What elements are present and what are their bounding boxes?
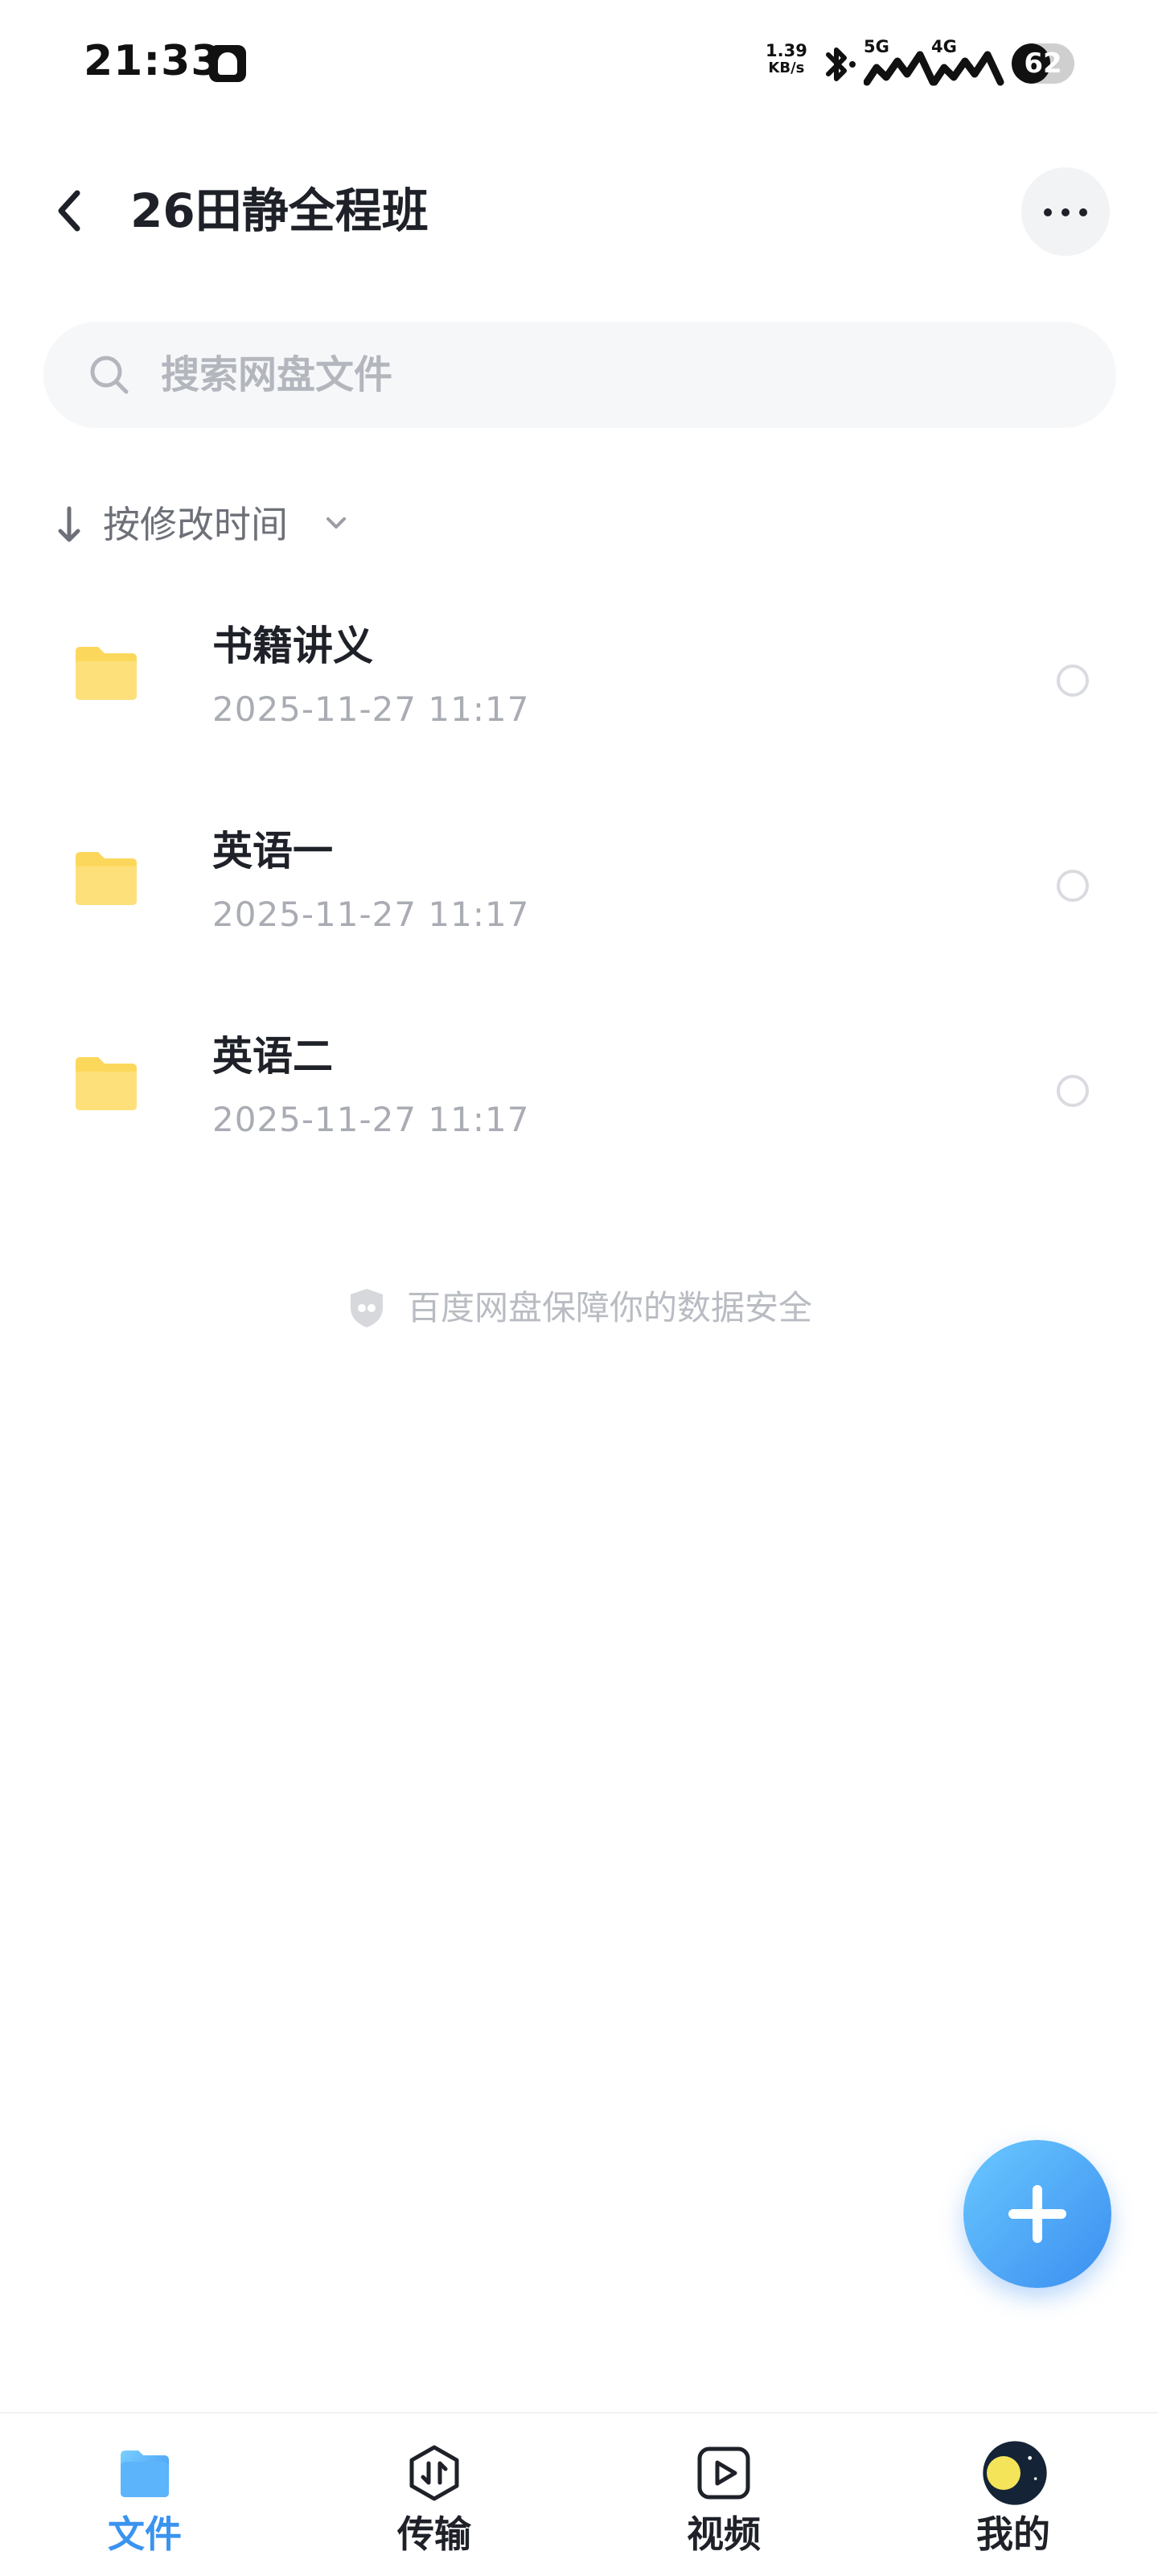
sort-down-arrow-icon [58, 506, 80, 542]
plus-icon-vertical [1033, 2185, 1042, 2243]
sort-label: 按修改时间 [103, 503, 288, 546]
folder-icon [76, 852, 137, 905]
file-date: 2025-11-27 11:17 [212, 1100, 530, 1139]
folder-icon [76, 1057, 137, 1110]
status-time: 21:33 [84, 37, 221, 85]
video-icon [697, 2446, 750, 2500]
nav-label-video: 视频 [687, 2512, 761, 2556]
search-input[interactable]: 搜索网盘文件 [43, 322, 1116, 428]
battery-icon: 62 [1012, 43, 1074, 84]
search-icon [90, 356, 129, 394]
nav-item-video[interactable]: 视频 [627, 2413, 820, 2576]
transfer-icon [409, 2445, 459, 2501]
select-checkbox[interactable] [1057, 1075, 1089, 1107]
nav-item-transfer[interactable]: 传输 [338, 2413, 531, 2576]
security-note: 百度网盘保障你的数据安全 [0, 1282, 1158, 1334]
add-button[interactable] [963, 2140, 1111, 2288]
more-icon [1044, 208, 1052, 216]
file-name: 书籍讲义 [212, 623, 373, 669]
files-icon [121, 2450, 169, 2497]
app-notification-icon [209, 45, 246, 82]
battery-level: 62 [1024, 47, 1062, 80]
status-bar: 21:33 1.39 KB/s 5G 4G 62 [0, 0, 1158, 129]
list-item[interactable]: 英语二 2025-11-27 11:17 [0, 990, 1158, 1195]
file-name: 英语一 [212, 828, 333, 874]
select-checkbox[interactable] [1057, 665, 1089, 697]
search-placeholder: 搜索网盘文件 [161, 352, 393, 397]
shield-icon [350, 1289, 383, 1327]
signal-4g-icon: 4G [931, 37, 1008, 87]
network-speed-value: 1.39 [766, 41, 807, 60]
file-date: 2025-11-27 11:17 [212, 895, 530, 934]
nav-label-me: 我的 [976, 2512, 1050, 2556]
back-button[interactable] [45, 179, 96, 243]
bottom-nav: 文件 传输 视频 我的 [0, 2412, 1158, 2576]
network-speed-unit: KB/s [768, 60, 805, 76]
nav-label-transfer: 传输 [397, 2512, 471, 2556]
avatar-icon [983, 2441, 1047, 2505]
bluetooth-icon [826, 47, 856, 81]
file-name: 英语二 [212, 1033, 333, 1080]
file-date: 2025-11-27 11:17 [212, 689, 530, 729]
signal-5g-icon: 5G [864, 37, 941, 87]
nav-item-me[interactable]: 我的 [917, 2413, 1110, 2576]
more-options-button[interactable] [1021, 167, 1110, 256]
page-title: 26田静全程班 [130, 183, 429, 238]
more-icon-dot [1079, 208, 1087, 216]
folder-icon [76, 647, 137, 700]
chevron-down-icon [326, 517, 346, 529]
list-item[interactable]: 英语一 2025-11-27 11:17 [0, 784, 1158, 990]
more-icon-dot [1062, 208, 1070, 216]
security-text: 百度网盘保障你的数据安全 [406, 1288, 812, 1327]
nav-item-files[interactable]: 文件 [48, 2413, 241, 2576]
list-item[interactable]: 书籍讲义 2025-11-27 11:17 [0, 579, 1158, 784]
network-speed: 1.39 KB/s [766, 42, 807, 77]
select-checkbox[interactable] [1057, 870, 1089, 902]
nav-label-files: 文件 [108, 2512, 182, 2556]
